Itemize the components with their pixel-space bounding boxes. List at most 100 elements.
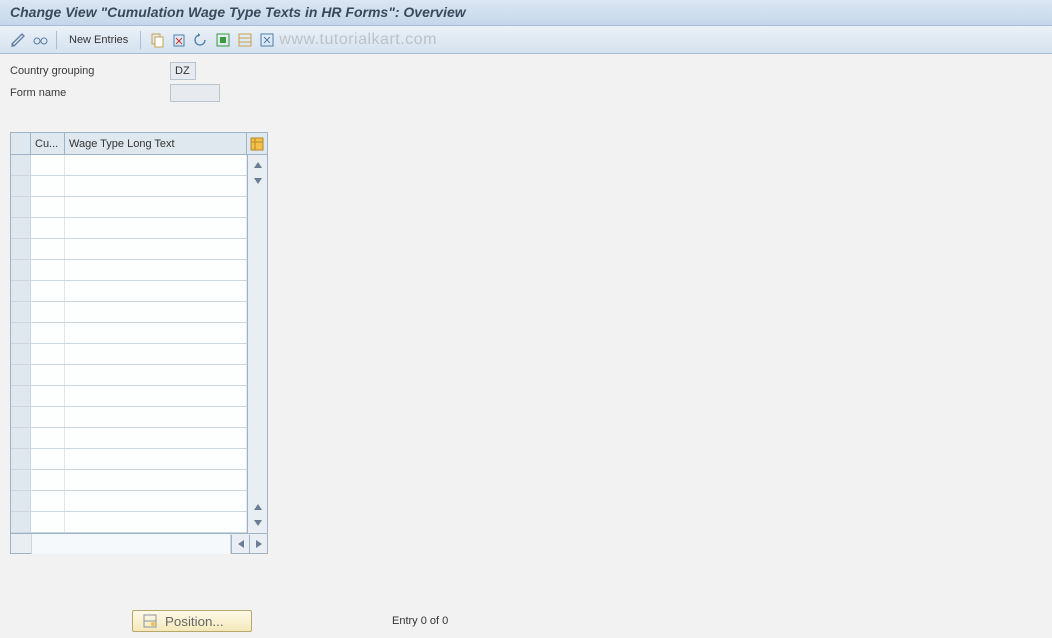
table-row — [11, 491, 247, 512]
row-select-button[interactable] — [11, 428, 31, 448]
undo-change-icon[interactable] — [193, 32, 209, 48]
country-grouping-label: Country grouping — [10, 65, 170, 77]
cell-wage-type-long-text[interactable] — [65, 512, 247, 532]
copy-as-icon[interactable] — [149, 32, 165, 48]
row-select-button[interactable] — [11, 512, 31, 532]
delete-icon[interactable] — [171, 32, 187, 48]
table-settings-icon[interactable] — [247, 133, 267, 154]
cell-wage-type-long-text[interactable] — [65, 386, 247, 406]
scroll-up-small-button[interactable] — [250, 499, 266, 515]
scroll-right-button[interactable] — [249, 535, 267, 553]
table-row — [11, 260, 247, 281]
cell-wage-type-long-text[interactable] — [65, 470, 247, 490]
table-control: Cu... Wage Type Long Text — [10, 132, 268, 554]
cell-cumulation[interactable] — [31, 407, 65, 427]
cell-wage-type-long-text[interactable] — [65, 218, 247, 238]
column-header-cumulation[interactable]: Cu... — [31, 133, 65, 154]
cell-cumulation[interactable] — [31, 344, 65, 364]
row-select-button[interactable] — [11, 260, 31, 280]
cell-cumulation[interactable] — [31, 155, 65, 175]
cell-cumulation[interactable] — [31, 239, 65, 259]
cell-cumulation[interactable] — [31, 428, 65, 448]
window-title: Change View "Cumulation Wage Type Texts … — [0, 0, 1052, 26]
cell-wage-type-long-text[interactable] — [65, 176, 247, 196]
row-select-button[interactable] — [11, 386, 31, 406]
cell-cumulation[interactable] — [31, 449, 65, 469]
table-row — [11, 365, 247, 386]
select-block-icon[interactable] — [237, 32, 253, 48]
new-entries-button[interactable]: New Entries — [65, 34, 132, 46]
table-row — [11, 155, 247, 176]
table-rows-container — [11, 155, 247, 533]
app-toolbar: New Entries www.tutorialkart.com — [0, 26, 1052, 54]
cell-cumulation[interactable] — [31, 386, 65, 406]
column-header-wage-type-long-text[interactable]: Wage Type Long Text — [65, 133, 247, 154]
form-name-field[interactable] — [170, 84, 220, 102]
glasses-details-icon[interactable] — [32, 32, 48, 48]
cell-wage-type-long-text[interactable] — [65, 260, 247, 280]
row-select-button[interactable] — [11, 470, 31, 490]
cell-cumulation[interactable] — [31, 323, 65, 343]
cell-wage-type-long-text[interactable] — [65, 365, 247, 385]
cell-wage-type-long-text[interactable] — [65, 428, 247, 448]
cell-wage-type-long-text[interactable] — [65, 323, 247, 343]
cell-wage-type-long-text[interactable] — [65, 302, 247, 322]
scroll-down-small-button[interactable] — [250, 173, 266, 189]
cell-cumulation[interactable] — [31, 365, 65, 385]
row-select-button[interactable] — [11, 155, 31, 175]
cell-cumulation[interactable] — [31, 302, 65, 322]
table-row — [11, 407, 247, 428]
cell-wage-type-long-text[interactable] — [65, 155, 247, 175]
scroll-up-button[interactable] — [250, 157, 266, 173]
table-row — [11, 470, 247, 491]
cell-wage-type-long-text[interactable] — [65, 239, 247, 259]
row-select-button[interactable] — [11, 176, 31, 196]
cell-cumulation[interactable] — [31, 491, 65, 511]
table-row — [11, 512, 247, 533]
row-select-button[interactable] — [11, 218, 31, 238]
row-select-button[interactable] — [11, 407, 31, 427]
cell-cumulation[interactable] — [31, 281, 65, 301]
deselect-all-icon[interactable] — [259, 32, 275, 48]
select-all-icon[interactable] — [215, 32, 231, 48]
row-select-button[interactable] — [11, 197, 31, 217]
country-grouping-field[interactable]: DZ — [170, 62, 196, 80]
cell-cumulation[interactable] — [31, 512, 65, 532]
row-select-button[interactable] — [11, 239, 31, 259]
select-all-rows-button[interactable] — [11, 133, 31, 154]
row-select-button[interactable] — [11, 344, 31, 364]
table-row — [11, 428, 247, 449]
vertical-scrollbar — [247, 155, 267, 533]
horizontal-scrollbar-track[interactable] — [31, 534, 231, 554]
watermark-text: www.tutorialkart.com — [279, 31, 437, 49]
cell-cumulation[interactable] — [31, 176, 65, 196]
table-body — [11, 155, 267, 533]
cell-wage-type-long-text[interactable] — [65, 197, 247, 217]
cell-cumulation[interactable] — [31, 197, 65, 217]
row-select-button[interactable] — [11, 449, 31, 469]
cell-cumulation[interactable] — [31, 470, 65, 490]
row-select-button[interactable] — [11, 365, 31, 385]
scroll-left-button[interactable] — [231, 535, 249, 553]
position-icon — [143, 614, 157, 628]
cell-cumulation[interactable] — [31, 260, 65, 280]
row-select-button[interactable] — [11, 281, 31, 301]
row-select-button[interactable] — [11, 491, 31, 511]
cell-wage-type-long-text[interactable] — [65, 407, 247, 427]
table-row — [11, 218, 247, 239]
form-name-label: Form name — [10, 87, 170, 99]
form-name-row: Form name — [10, 82, 1042, 104]
cell-cumulation[interactable] — [31, 218, 65, 238]
scroll-down-button[interactable] — [250, 515, 266, 531]
cell-wage-type-long-text[interactable] — [65, 491, 247, 511]
window-title-text: Change View "Cumulation Wage Type Texts … — [10, 4, 466, 20]
position-button[interactable]: Position... — [132, 610, 252, 632]
cell-wage-type-long-text[interactable] — [65, 449, 247, 469]
cell-wage-type-long-text[interactable] — [65, 344, 247, 364]
toggle-display-change-icon[interactable] — [10, 32, 26, 48]
row-select-button[interactable] — [11, 302, 31, 322]
row-select-button[interactable] — [11, 323, 31, 343]
cell-wage-type-long-text[interactable] — [65, 281, 247, 301]
table-header: Cu... Wage Type Long Text — [11, 133, 267, 155]
toolbar-separator — [140, 31, 141, 49]
